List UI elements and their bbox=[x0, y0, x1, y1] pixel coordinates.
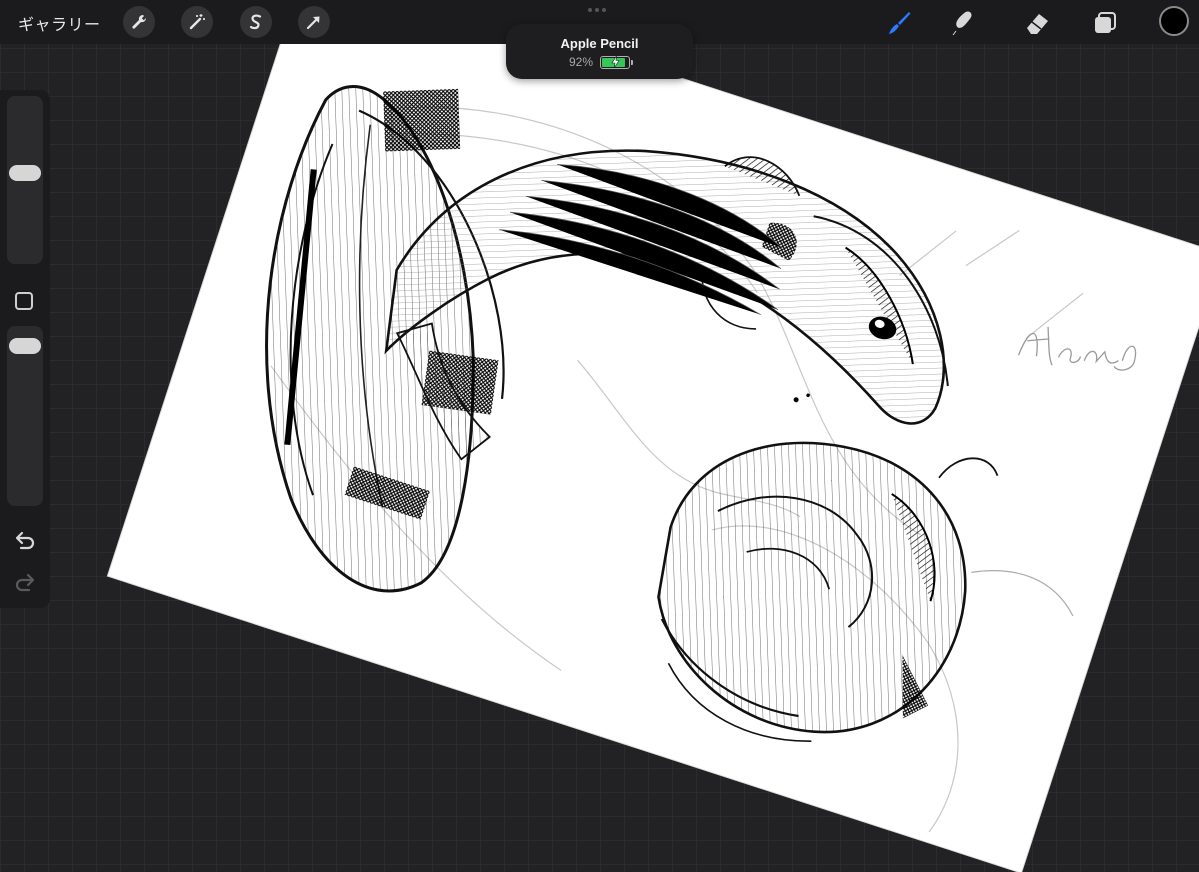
apple-pencil-battery-popup: Apple Pencil 92% bbox=[506, 24, 693, 79]
brush-tool-button[interactable] bbox=[884, 8, 914, 38]
battery-icon bbox=[600, 55, 634, 69]
pencil-device-name: Apple Pencil bbox=[560, 36, 639, 51]
toolbar-grabber[interactable] bbox=[588, 8, 606, 12]
eraser-tool-button[interactable] bbox=[1022, 8, 1052, 38]
adjustments-button[interactable] bbox=[181, 6, 213, 38]
artist-signature bbox=[1017, 326, 1137, 371]
smudge-icon bbox=[952, 11, 972, 36]
layers-button[interactable] bbox=[1090, 8, 1120, 38]
modify-button[interactable] bbox=[15, 292, 33, 310]
battery-percentage: 92% bbox=[568, 55, 594, 69]
eraser-icon bbox=[1027, 14, 1048, 34]
shell-drawing bbox=[265, 85, 505, 593]
brush-icon bbox=[889, 12, 911, 34]
sketch-artwork bbox=[265, 85, 1137, 833]
opacity-thumb[interactable] bbox=[9, 338, 41, 354]
selection-button[interactable] bbox=[240, 6, 272, 38]
brush-size-slider[interactable] bbox=[7, 96, 43, 264]
magic-wand-icon bbox=[189, 14, 205, 30]
transform-button[interactable] bbox=[298, 6, 330, 38]
selection-icon bbox=[249, 14, 262, 30]
charging-bolt-icon bbox=[611, 55, 620, 68]
transform-arrow-icon bbox=[306, 16, 320, 30]
layers-icon bbox=[1095, 12, 1116, 33]
actions-button[interactable] bbox=[123, 6, 155, 38]
flower-drawing bbox=[657, 441, 1074, 742]
opacity-slider[interactable] bbox=[7, 326, 43, 506]
smudge-tool-button[interactable] bbox=[947, 8, 977, 38]
left-sidebar bbox=[0, 90, 50, 608]
color-picker-swatch[interactable] bbox=[1159, 6, 1189, 36]
brush-size-thumb[interactable] bbox=[9, 165, 41, 181]
gallery-button[interactable]: ギャラリー bbox=[18, 11, 101, 35]
drawing-canvas[interactable] bbox=[108, 0, 1199, 872]
pencil-battery-status: 92% bbox=[506, 55, 693, 69]
wrench-icon bbox=[132, 14, 147, 29]
undo-arrow-icon[interactable] bbox=[12, 530, 38, 552]
redo-arrow-icon[interactable] bbox=[12, 572, 38, 594]
